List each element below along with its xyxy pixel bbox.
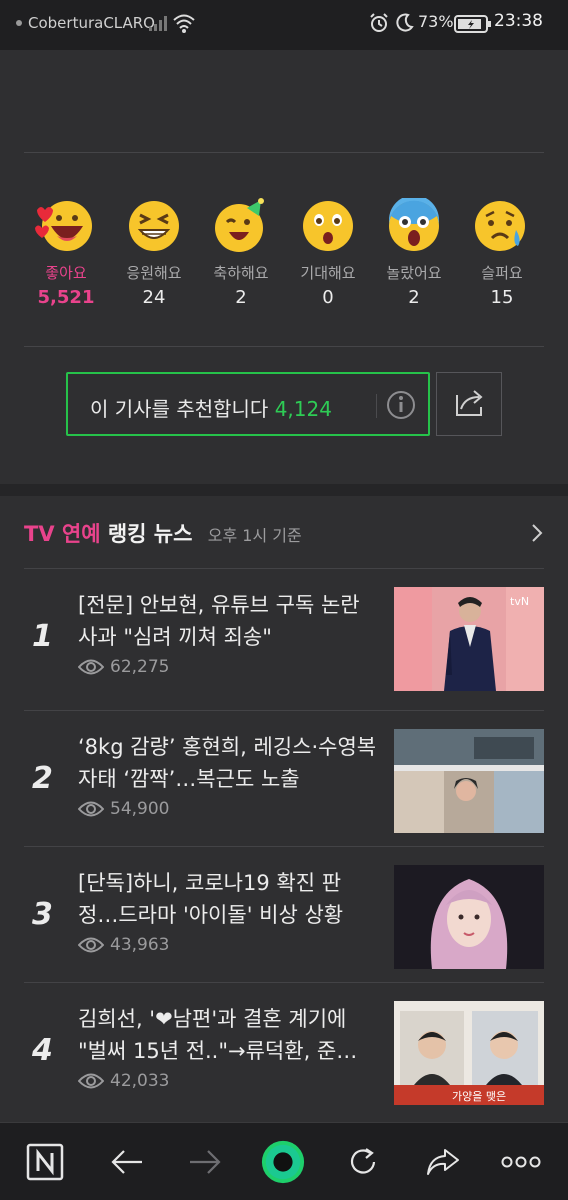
article-title[interactable]: ‘8kg 감량’ 홍현희, 레깅스·수영복 자태 ‘깜짝’…복근도 노출 bbox=[78, 731, 378, 795]
rank-number: 4 bbox=[32, 1033, 53, 1068]
view-count-value: 43,963 bbox=[110, 935, 170, 955]
green-window-icon bbox=[261, 1140, 305, 1184]
green-window-button[interactable] bbox=[260, 1139, 306, 1185]
divider bbox=[376, 394, 377, 418]
view-count-value: 42,033 bbox=[110, 1071, 170, 1091]
thumb-logo-text: tvN bbox=[510, 595, 529, 608]
article-title[interactable]: [전문] 안보현, 유튜브 구독 논란 사과 "심려 끼쳐 죄송" bbox=[78, 589, 378, 653]
carrier-name: CoberturaCLARO bbox=[28, 14, 155, 32]
view-count: 43,963 bbox=[78, 935, 169, 955]
battery-icon bbox=[454, 15, 491, 33]
reaction-cheer[interactable]: 응원해요 24 bbox=[106, 198, 202, 308]
more-button[interactable] bbox=[498, 1139, 544, 1185]
surprised-face-icon bbox=[389, 198, 439, 251]
article-title[interactable]: [단독]하니, 코로나19 확진 판정…드라마 '아이돌' 비상 상황 bbox=[78, 867, 378, 931]
view-count-value: 54,900 bbox=[110, 799, 170, 819]
info-icon[interactable] bbox=[386, 390, 416, 420]
reaction-congrats[interactable]: 축하해요 2 bbox=[193, 198, 289, 308]
reaction-label: 응원해요 bbox=[126, 264, 182, 282]
notification-dot bbox=[16, 20, 22, 26]
refresh-button[interactable] bbox=[340, 1139, 386, 1185]
ranking-title-accent: TV 연예 bbox=[24, 522, 101, 546]
view-count: 42,033 bbox=[78, 1071, 169, 1091]
eye-icon bbox=[78, 659, 104, 675]
recommend-count: 4,124 bbox=[274, 397, 332, 421]
recommend-label: 이 기사를 추천합니다 bbox=[90, 397, 269, 421]
ranking-item-1[interactable]: 1 [전문] 안보현, 유튜브 구독 논란 사과 "심려 끼쳐 죄송" 62,2… bbox=[24, 568, 544, 698]
naver-home-icon bbox=[26, 1143, 64, 1181]
section-divider bbox=[0, 484, 568, 496]
ranking-item-2[interactable]: 2 ‘8kg 감량’ 홍현희, 레깅스·수영복 자태 ‘깜짝’…복근도 노출 5… bbox=[24, 710, 544, 840]
share-icon bbox=[427, 1149, 459, 1175]
rank-number: 1 bbox=[32, 619, 53, 654]
ranking-item-4[interactable]: 4 김희선, '❤남편'과 결혼 계기에 "벌써 15년 전.."→류덕환, 준… bbox=[24, 982, 544, 1112]
signal-icon bbox=[149, 16, 167, 31]
reaction-count: 2 bbox=[408, 287, 420, 308]
eye-icon bbox=[78, 937, 104, 953]
reaction-bar: 좋아요 5,521 응원해요 24 축하해요 2 기대해요 0 놀랐어요 2 슬… bbox=[0, 198, 568, 318]
wifi-icon bbox=[173, 14, 195, 33]
thumb-caption: 가양을 맺은 bbox=[452, 1090, 506, 1103]
reaction-count: 15 bbox=[490, 287, 514, 308]
view-count: 54,900 bbox=[78, 799, 169, 819]
reaction-label: 축하해요 bbox=[213, 264, 269, 282]
hopeful-face-icon bbox=[303, 201, 353, 251]
share-button[interactable] bbox=[436, 372, 502, 436]
recommend-button[interactable]: 이 기사를 추천합니다 4,124 bbox=[66, 372, 430, 436]
view-count: 62,275 bbox=[78, 657, 169, 677]
share-page-button[interactable] bbox=[420, 1139, 466, 1185]
rank-number: 2 bbox=[32, 761, 53, 796]
reaction-count: 24 bbox=[142, 287, 166, 308]
sad-face-icon bbox=[475, 201, 525, 251]
status-bar: CoberturaCLARO 73% 23:38 bbox=[0, 0, 568, 50]
reaction-count: 2 bbox=[235, 287, 247, 308]
eye-icon bbox=[78, 801, 104, 817]
bottom-navigation bbox=[0, 1122, 568, 1200]
article-thumbnail[interactable]: tvN bbox=[394, 587, 544, 691]
ranking-item-3[interactable]: 3 [단독]하니, 코로나19 확진 판정…드라마 '아이돌' 비상 상황 43… bbox=[24, 846, 544, 976]
ranking-subtitle: 오후 1시 기준 bbox=[207, 526, 302, 545]
divider bbox=[24, 152, 544, 153]
view-count-value: 62,275 bbox=[110, 657, 170, 677]
back-arrow-icon bbox=[111, 1150, 142, 1174]
cheer-face-icon bbox=[129, 201, 179, 251]
share-icon bbox=[456, 390, 483, 416]
reaction-like[interactable]: 좋아요 5,521 bbox=[18, 198, 114, 308]
article-thumbnail[interactable] bbox=[394, 729, 544, 833]
clock-time: 23:38 bbox=[494, 11, 543, 31]
article-title[interactable]: 김희선, '❤남편'과 결혼 계기에 "벌써 15년 전.."→류덕환, 준… bbox=[78, 1003, 378, 1067]
reaction-hope[interactable]: 기대해요 0 bbox=[280, 198, 376, 308]
reaction-count: 0 bbox=[322, 287, 334, 308]
back-button[interactable] bbox=[104, 1139, 150, 1185]
chevron-right-icon[interactable] bbox=[528, 522, 546, 544]
forward-button[interactable] bbox=[182, 1139, 228, 1185]
more-icon bbox=[501, 1156, 541, 1168]
reaction-label: 놀랐어요 bbox=[386, 264, 442, 282]
forward-arrow-icon bbox=[190, 1150, 221, 1174]
alarm-icon bbox=[370, 13, 388, 32]
battery-percent: 73% bbox=[418, 12, 454, 31]
reaction-sad[interactable]: 슬퍼요 15 bbox=[454, 198, 550, 308]
reaction-label: 좋아요 bbox=[45, 264, 87, 282]
home-button[interactable] bbox=[22, 1139, 68, 1185]
article-thumbnail[interactable] bbox=[394, 865, 544, 969]
reaction-count: 5,521 bbox=[37, 287, 95, 308]
divider bbox=[24, 346, 544, 347]
reaction-label: 슬퍼요 bbox=[481, 264, 523, 282]
love-face-icon bbox=[35, 201, 92, 251]
party-face-icon bbox=[215, 198, 264, 252]
recommend-text: 이 기사를 추천합니다 4,124 bbox=[90, 393, 332, 422]
ranking-title: 랭킹 뉴스 bbox=[107, 522, 193, 546]
ranking-header: TV 연예 랭킹 뉴스 오후 1시 기준 bbox=[24, 518, 302, 548]
rank-number: 3 bbox=[32, 897, 53, 932]
reaction-label: 기대해요 bbox=[300, 264, 356, 282]
refresh-icon bbox=[350, 1148, 376, 1174]
reaction-surprised[interactable]: 놀랐어요 2 bbox=[366, 198, 462, 308]
eye-icon bbox=[78, 1073, 104, 1089]
moon-icon bbox=[396, 13, 414, 32]
article-thumbnail[interactable]: 가양을 맺은 bbox=[394, 1001, 544, 1105]
